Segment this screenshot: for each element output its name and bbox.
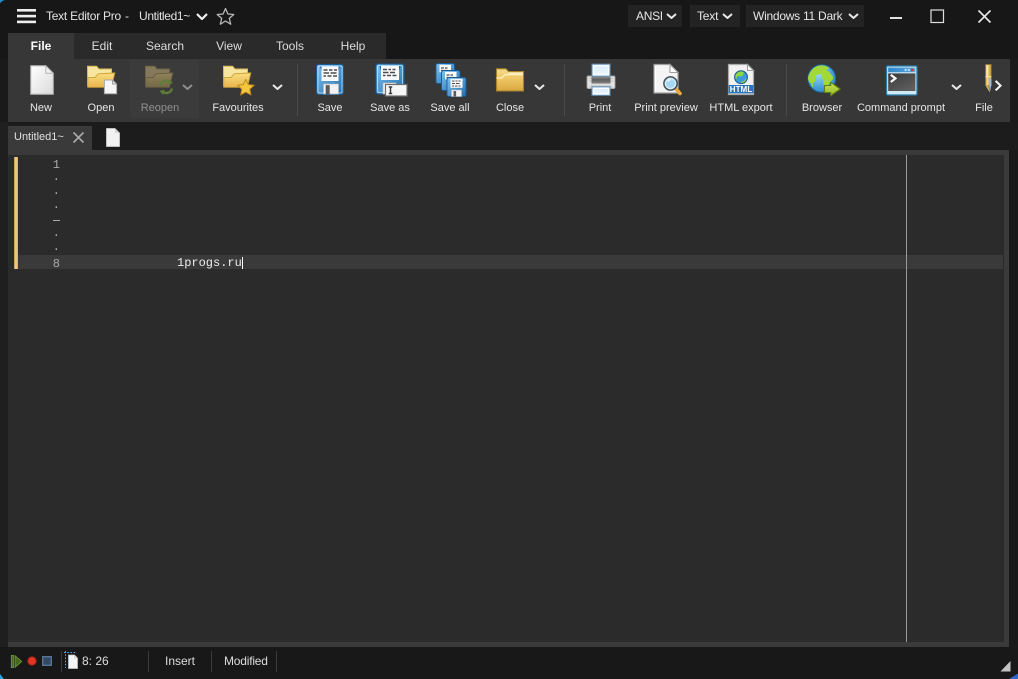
svg-text:HTML: HTML: [730, 85, 753, 94]
